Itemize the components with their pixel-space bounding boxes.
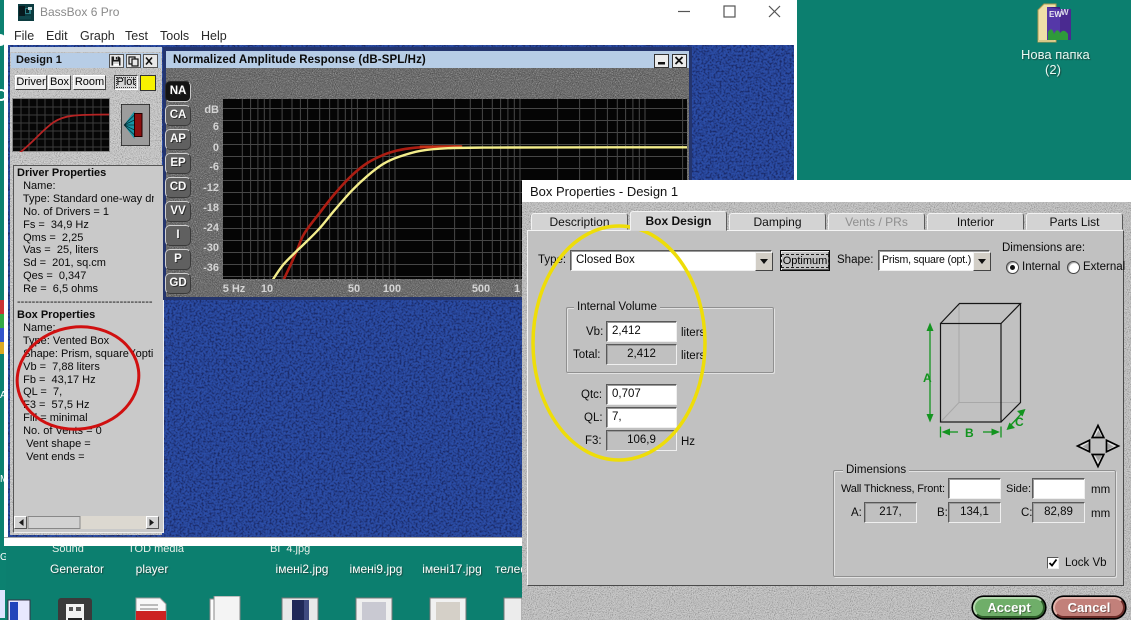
svg-text:W: W — [1061, 8, 1069, 17]
svg-text:B: B — [965, 426, 974, 440]
svg-text:G: G — [0, 552, 6, 563]
svg-text:A: A — [923, 371, 932, 385]
svg-text:C: C — [1015, 415, 1024, 429]
